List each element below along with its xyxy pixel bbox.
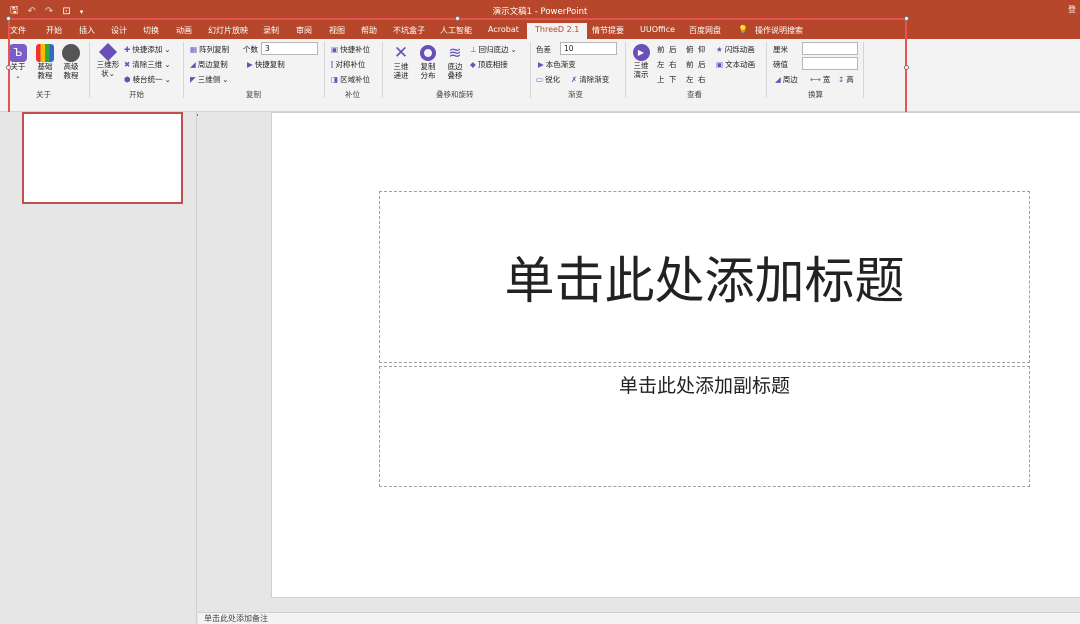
slide-thumbnail[interactable] [22, 112, 183, 204]
highlight-rectangle [8, 18, 907, 116]
sign-in-button[interactable]: 登 [1068, 4, 1080, 16]
slide-canvas: 单击此处添加标题 单击此处添加副标题 [271, 112, 1080, 598]
resize-handle[interactable] [6, 65, 11, 70]
resize-handle[interactable] [6, 16, 11, 21]
notes-pane[interactable]: 单击此处添加备注 [198, 612, 1080, 624]
resize-handle[interactable] [455, 16, 460, 21]
window-title: 演示文稿1 - PowerPoint [492, 7, 588, 17]
slide-editor: 单击此处添加标题 单击此处添加副标题 [198, 112, 1080, 612]
slide-thumbnail-pane [0, 112, 197, 624]
subtitle-placeholder[interactable]: 单击此处添加副标题 [379, 366, 1030, 487]
resize-handle[interactable] [904, 65, 909, 70]
resize-handle[interactable] [904, 16, 909, 21]
title-placeholder[interactable]: 单击此处添加标题 [379, 191, 1030, 363]
